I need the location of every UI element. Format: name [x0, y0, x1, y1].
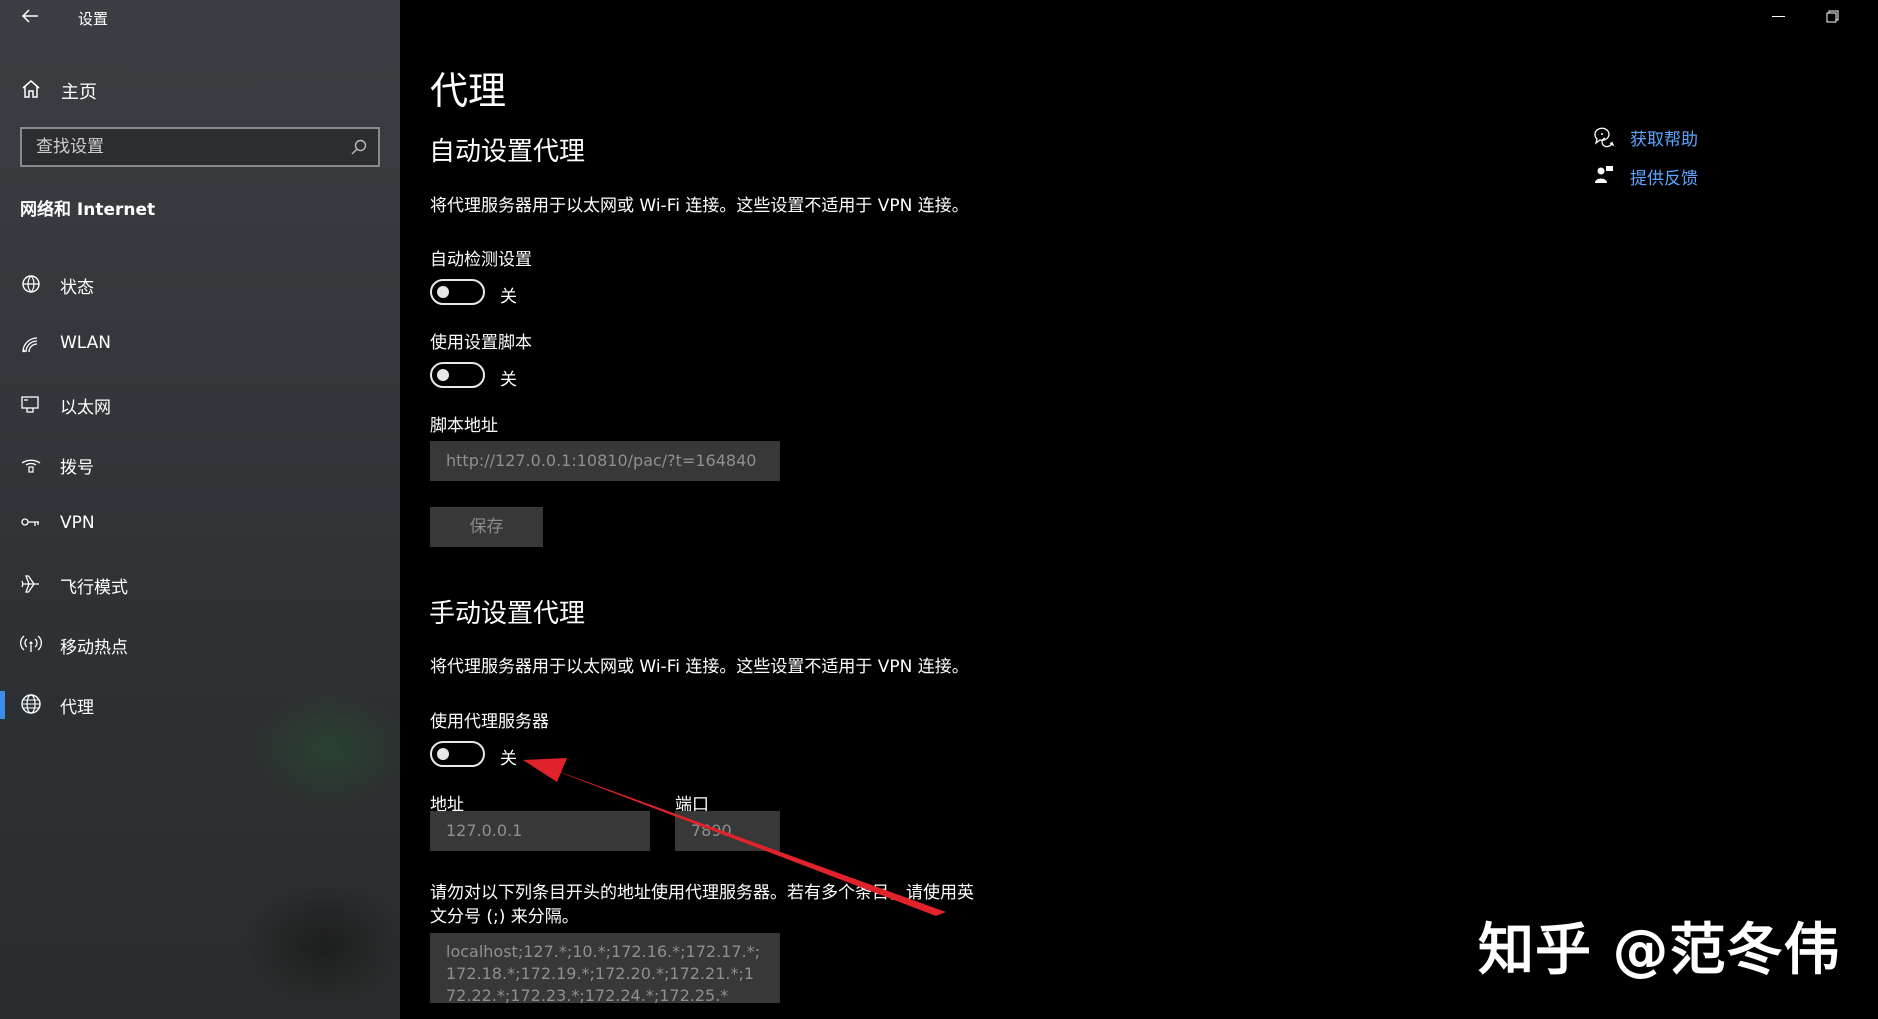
setup-script-toggle[interactable]: [430, 362, 485, 388]
settings-window: 设置 主页 网络和 Internet 状态: [0, 0, 1878, 1019]
use-proxy-state: 关: [500, 749, 517, 769]
ethernet-icon: [19, 392, 43, 416]
sidebar-item-label: 移动热点: [60, 638, 128, 658]
get-help-label: 获取帮助: [1630, 130, 1698, 150]
search-icon[interactable]: [350, 138, 368, 156]
sidebar-item-label: 拨号: [60, 458, 94, 478]
vpn-icon: [19, 512, 43, 536]
script-address-field[interactable]: http://127.0.0.1:10810/pac/?t=164840: [430, 441, 780, 481]
script-address-label: 脚本地址: [430, 416, 498, 436]
exceptions-field[interactable]: localhost;127.*;10.*;172.16.*;172.17.*;1…: [430, 933, 780, 1003]
sidebar-item-label: 以太网: [60, 398, 111, 418]
search-input[interactable]: [22, 129, 342, 165]
app-title: 设置: [78, 10, 109, 28]
sidebar-item-status[interactable]: 状态: [0, 255, 400, 315]
feedback-label: 提供反馈: [1630, 169, 1698, 189]
sidebar-item-label: 代理: [60, 698, 94, 718]
sidebar-item-label: 状态: [60, 278, 94, 298]
port-field[interactable]: 7890: [675, 811, 780, 851]
auto-proxy-heading: 自动设置代理: [429, 137, 586, 167]
auto-detect-toggle[interactable]: [430, 279, 485, 305]
zhihu-watermark: 知乎 @范冬伟: [1478, 918, 1841, 983]
airplane-icon: [19, 572, 43, 596]
home-nav-item[interactable]: 主页: [0, 72, 400, 106]
back-arrow-icon[interactable]: [18, 4, 42, 28]
sidebar-item-dialup[interactable]: 拨号: [0, 435, 400, 495]
sidebar-item-hotspot[interactable]: 移动热点: [0, 615, 400, 675]
exceptions-description-line2: 文分号 (;) 来分隔。: [430, 907, 579, 927]
hotspot-icon: [19, 632, 43, 656]
globe-icon: [19, 692, 43, 716]
toggle-knob: [437, 286, 449, 298]
setup-script-label: 使用设置脚本: [430, 333, 532, 353]
sidebar-nav: 状态 WLAN 以太网 拨号 VPN 飞行模式 移动热点 代理: [0, 255, 400, 735]
main-content: 代理 自动设置代理 将代理服务器用于以太网或 Wi-Fi 连接。这些设置不适用于…: [400, 0, 1878, 1019]
sidebar-item-ethernet[interactable]: 以太网: [0, 375, 400, 435]
sidebar-item-airplane[interactable]: 飞行模式: [0, 555, 400, 615]
search-box[interactable]: [20, 127, 380, 167]
exceptions-description-line1: 请勿对以下列条目开头的地址使用代理服务器。若有多个条目，请使用英: [430, 883, 974, 903]
save-button[interactable]: 保存: [430, 507, 543, 547]
setup-script-state: 关: [500, 370, 517, 390]
wifi-icon: [19, 332, 43, 356]
use-proxy-toggle[interactable]: [430, 741, 485, 767]
chat-help-icon: [1592, 124, 1616, 148]
address-field[interactable]: 127.0.0.1: [430, 811, 650, 851]
sidebar-item-label: VPN: [60, 513, 95, 533]
sidebar-item-wlan[interactable]: WLAN: [0, 315, 400, 375]
manual-proxy-description: 将代理服务器用于以太网或 Wi-Fi 连接。这些设置不适用于 VPN 连接。: [430, 657, 969, 677]
home-label: 主页: [61, 82, 97, 103]
toggle-knob: [437, 748, 449, 760]
manual-proxy-heading: 手动设置代理: [429, 599, 586, 629]
toggle-knob: [437, 369, 449, 381]
sidebar-item-label: WLAN: [60, 333, 112, 353]
sidebar-item-label: 飞行模式: [60, 578, 128, 598]
title-bar: 设置: [0, 0, 400, 34]
sidebar-item-proxy[interactable]: 代理: [0, 675, 400, 735]
background-blur: [240, 880, 400, 1010]
globe-status-icon: [19, 272, 43, 296]
sidebar-item-vpn[interactable]: VPN: [0, 495, 400, 555]
dialup-icon: [19, 452, 43, 476]
use-proxy-label: 使用代理服务器: [430, 712, 549, 732]
auto-detect-state: 关: [500, 287, 517, 307]
sidebar: 设置 主页 网络和 Internet 状态: [0, 0, 400, 1019]
home-icon: [20, 78, 42, 100]
feedback-person-icon: [1592, 163, 1616, 187]
auto-proxy-description: 将代理服务器用于以太网或 Wi-Fi 连接。这些设置不适用于 VPN 连接。: [430, 196, 969, 216]
page-title: 代理: [430, 69, 507, 113]
section-label: 网络和 Internet: [20, 200, 156, 220]
auto-detect-label: 自动检测设置: [430, 250, 532, 270]
